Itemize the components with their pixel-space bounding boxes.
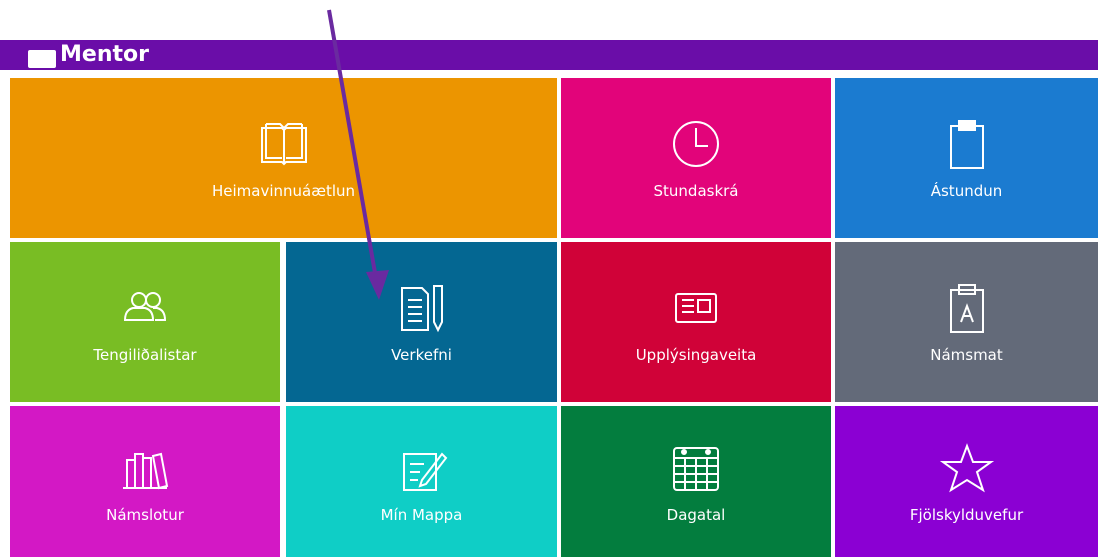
tile-label: Tengiliðalistar: [93, 346, 197, 364]
newspaper-icon: [668, 280, 724, 336]
tile-label: Upplýsingaveita: [635, 346, 757, 364]
tile-namslotur[interactable]: Námslotur: [10, 406, 280, 557]
people-icon: [117, 280, 173, 336]
tile-label: Fjölskylduvefur: [909, 505, 1024, 524]
tile-min-mappa[interactable]: Mín Mappa: [286, 406, 557, 557]
tile-label: Námsmat: [930, 346, 1003, 364]
tile-dagatal[interactable]: Dagatal: [561, 406, 831, 557]
star-icon: [939, 440, 995, 496]
open-book-icon: [256, 116, 312, 172]
tile-label: Dagatal: [666, 505, 726, 524]
clock-icon: [668, 116, 724, 172]
folder-edit-icon: [394, 440, 450, 496]
tile-stundaskra[interactable]: Stundaskrá: [561, 78, 831, 238]
tile-tengilidalistar[interactable]: Tengiliðalistar: [10, 242, 280, 402]
clipboard-icon: [939, 116, 995, 172]
calendar-icon: [668, 440, 724, 496]
tile-label: Heimavinnuáætlun: [211, 182, 356, 200]
top-bar: [0, 40, 1098, 70]
brand-logo-icon: [28, 50, 56, 68]
tile-label: Mín Mappa: [380, 505, 463, 524]
document-pen-icon: [394, 280, 450, 336]
books-icon: [117, 440, 173, 496]
clipboard-grade-icon: [939, 280, 995, 336]
brand-name: Mentor: [60, 42, 149, 67]
caption-text: [0, 0, 1098, 36]
tile-upplysingaveita[interactable]: Upplýsingaveita: [561, 242, 831, 402]
tile-fjolskylduvefur[interactable]: Fjölskylduvefur: [835, 406, 1098, 557]
tile-label: Ástundun: [930, 182, 1003, 200]
tile-label: Verkefni: [391, 346, 452, 364]
tile-heimavinnuaaetlun[interactable]: Heimavinnuáætlun: [10, 78, 557, 238]
tile-label: Námslotur: [106, 505, 184, 524]
tile-namsmat[interactable]: Námsmat: [835, 242, 1098, 402]
tile-label: Stundaskrá: [653, 182, 739, 200]
tile-astundun[interactable]: Ástundun: [835, 78, 1098, 238]
tile-verkefni[interactable]: Verkefni: [286, 242, 557, 402]
